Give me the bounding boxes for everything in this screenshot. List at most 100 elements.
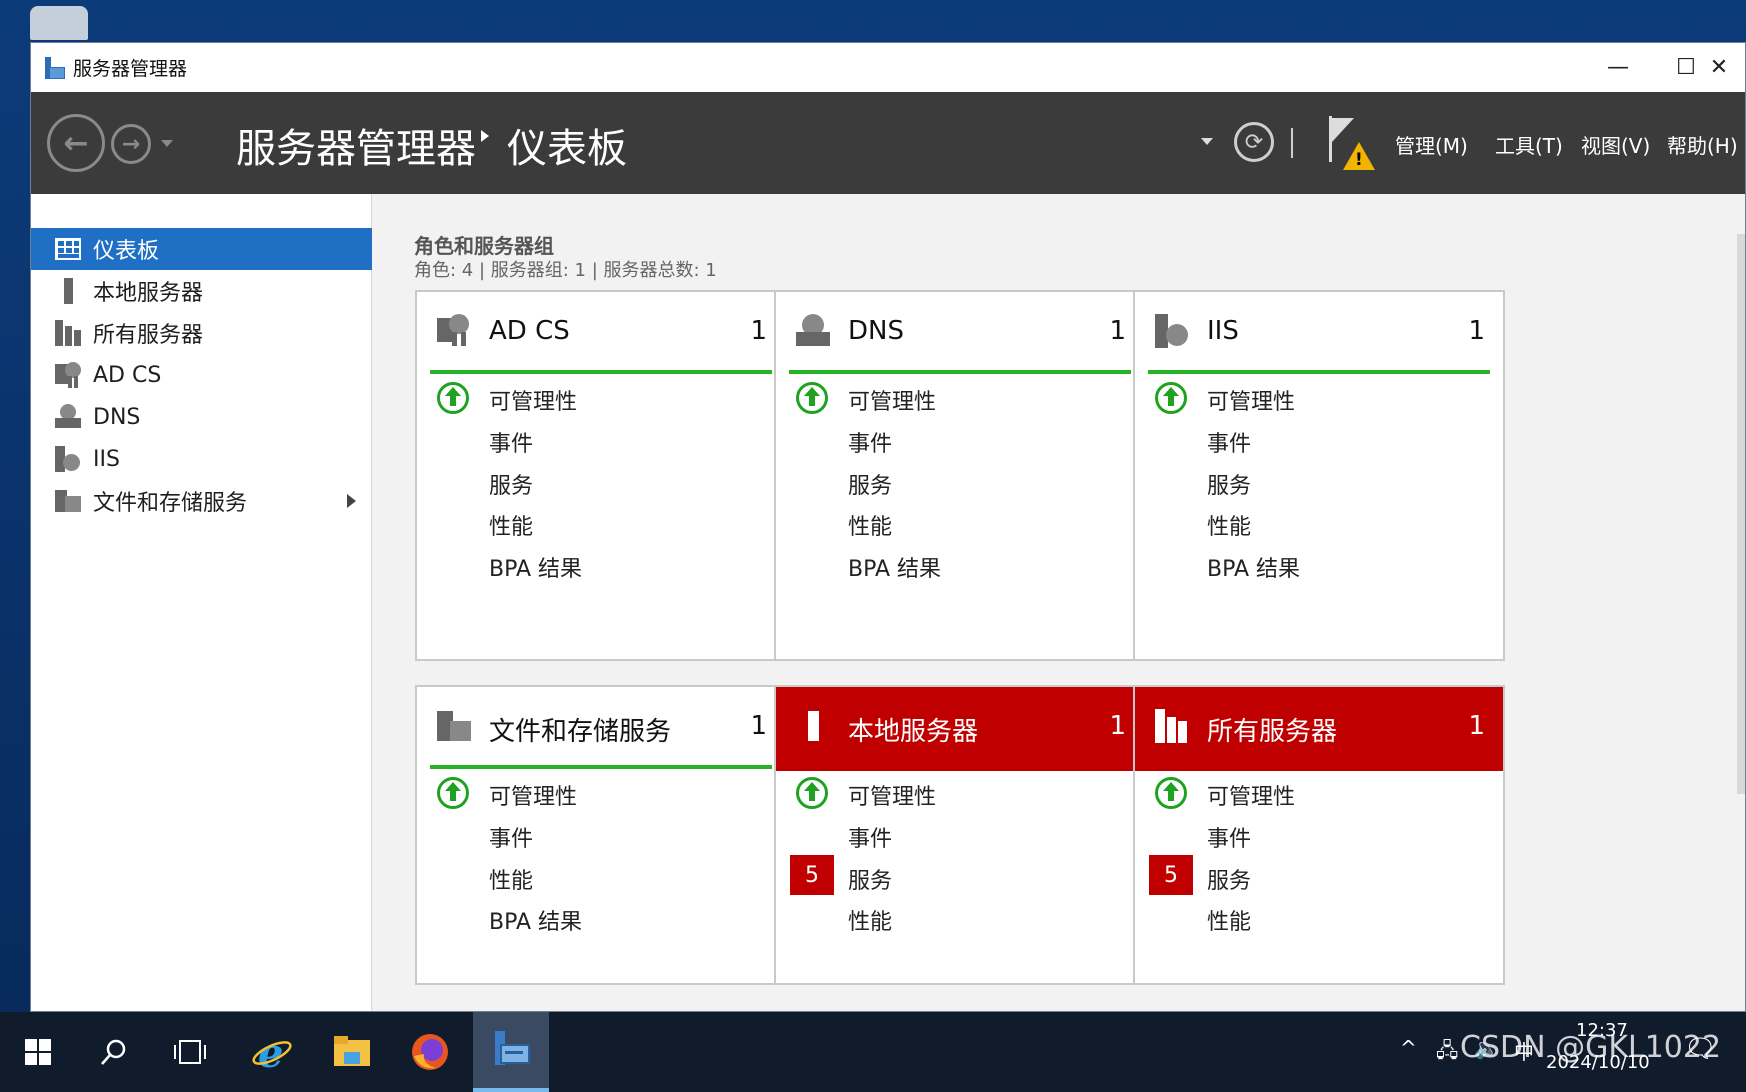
status-ok-icon <box>796 777 828 809</box>
tile-header[interactable]: AD CS 1 <box>417 292 785 372</box>
role-tile-iis[interactable]: IIS 1 可管理性 事件 服务 性能 BPA 结果 <box>1133 290 1505 661</box>
tile-row-manageability[interactable]: 可管理性 <box>1135 376 1503 420</box>
row-label: BPA 结果 <box>489 557 582 582</box>
history-dropdown-icon[interactable] <box>161 140 173 147</box>
dns-icon <box>55 404 81 430</box>
tile-row-bpa[interactable]: BPA 结果 <box>417 896 785 940</box>
windows-start-icon[interactable] <box>0 1012 76 1092</box>
close-icon: ✕ <box>1709 55 1729 80</box>
tile-row-events[interactable]: 事件 <box>776 418 1144 462</box>
sidebar-item-label: AD CS <box>93 362 162 388</box>
server-manager-icon[interactable] <box>473 1012 549 1092</box>
tile-count: 1 <box>1109 711 1126 741</box>
tile-row-services[interactable]: 5 服务 <box>776 855 1144 899</box>
breadcrumb-root[interactable]: 服务器管理器 <box>236 116 476 174</box>
role-tile-file-storage[interactable]: 文件和存储服务 1 可管理性 事件 性能 BPA 结果 <box>415 685 787 985</box>
row-label: 事件 <box>1207 432 1252 457</box>
tile-header[interactable]: IIS 1 <box>1135 292 1503 372</box>
internet-explorer-icon[interactable]: e <box>234 1012 310 1092</box>
tile-row-events[interactable]: 事件 <box>417 418 785 462</box>
network-icon[interactable]: 🖧 <box>1436 1036 1458 1070</box>
role-tile-adcs[interactable]: AD CS 1 可管理性 事件 服务 性能 BPA 结果 <box>415 290 787 661</box>
tile-header[interactable]: DNS 1 <box>776 292 1144 372</box>
forward-button[interactable]: → <box>111 124 151 164</box>
tile-title: DNS <box>848 316 904 346</box>
tile-row-manageability[interactable]: 可管理性 <box>776 376 1144 420</box>
tile-row-manageability[interactable]: 可管理性 <box>776 771 1144 815</box>
arrow-right-icon: → <box>121 131 141 157</box>
tile-header[interactable]: 本地服务器 1 <box>776 687 1144 771</box>
sidebar-item-adcs[interactable]: AD CS <box>31 354 372 396</box>
tile-row-services[interactable]: 5 服务 <box>1135 855 1503 899</box>
tile-row-performance[interactable]: 性能 <box>417 501 785 545</box>
tile-row-bpa[interactable]: BPA 结果 <box>776 543 1144 587</box>
tile-row-manageability[interactable]: 可管理性 <box>1135 771 1503 815</box>
all-servers-icon <box>55 320 81 346</box>
role-tile-local-server[interactable]: 本地服务器 1 可管理性 事件 5 服务 性能 <box>774 685 1146 985</box>
sidebar-item-dashboard[interactable]: 仪表板 <box>31 228 372 270</box>
tile-row-bpa[interactable]: BPA 结果 <box>417 543 785 587</box>
row-label: 事件 <box>848 827 893 852</box>
tile-header[interactable]: 文件和存储服务 1 <box>417 687 785 767</box>
tile-row-events[interactable]: 事件 <box>1135 813 1503 857</box>
sidebar-item-dns[interactable]: DNS <box>31 396 372 438</box>
tile-row-events[interactable]: 事件 <box>417 813 785 857</box>
sidebar-item-file-storage[interactable]: 文件和存储服务 <box>31 480 372 522</box>
tile-row-events[interactable]: 事件 <box>1135 418 1503 462</box>
firefox-icon[interactable] <box>392 1012 468 1092</box>
sidebar-item-label: 仪表板 <box>93 239 160 264</box>
server-manager-window: 服务器管理器 — ☐ ✕ ← → 服务器管理器 仪表板 ⟳ ! 管理(M) 工具… <box>30 42 1746 1012</box>
tile-row-performance[interactable]: 性能 <box>776 501 1144 545</box>
search-icon[interactable] <box>76 1012 152 1092</box>
refresh-button[interactable]: ⟳ <box>1234 122 1274 162</box>
menu-view[interactable]: 视图(V) <box>1581 130 1650 159</box>
tile-row-services[interactable]: 服务 <box>1135 460 1503 504</box>
header-bar: ← → 服务器管理器 仪表板 ⟳ ! 管理(M) 工具(T) 视图(V) 帮助(… <box>31 92 1745 194</box>
vertical-scrollbar[interactable] <box>1737 234 1745 794</box>
expand-arrow-icon[interactable] <box>347 494 356 508</box>
close-button[interactable]: ✕ <box>1691 43 1746 92</box>
notifications-flag-button[interactable]: ! <box>1329 116 1377 172</box>
tile-row-bpa[interactable]: BPA 结果 <box>1135 543 1503 587</box>
sidebar-item-all-servers[interactable]: 所有服务器 <box>31 312 372 354</box>
sidebar-item-label: 文件和存储服务 <box>93 491 248 516</box>
sidebar-item-local-server[interactable]: 本地服务器 <box>31 270 372 312</box>
menu-tools[interactable]: 工具(T) <box>1495 130 1563 159</box>
iis-icon <box>55 446 81 472</box>
back-button[interactable]: ← <box>47 114 105 172</box>
tile-count: 1 <box>1468 316 1485 346</box>
tile-row-performance[interactable]: 性能 <box>776 896 1144 940</box>
tile-row-events[interactable]: 事件 <box>776 813 1144 857</box>
status-ok-icon <box>796 382 828 414</box>
tile-row-services[interactable]: 服务 <box>776 460 1144 504</box>
tile-title: 本地服务器 <box>848 717 979 747</box>
iis-icon <box>1155 314 1189 348</box>
desktop-recycle-bin-icon[interactable] <box>30 6 88 40</box>
row-label: 性能 <box>1207 515 1252 540</box>
tile-title: 所有服务器 <box>1207 717 1338 747</box>
task-view-icon[interactable] <box>152 1012 228 1092</box>
role-tile-all-servers[interactable]: 所有服务器 1 可管理性 事件 5 服务 性能 <box>1133 685 1505 985</box>
breadcrumb-dropdown-icon[interactable] <box>1201 138 1213 145</box>
menu-manage[interactable]: 管理(M) <box>1395 130 1468 159</box>
menu-help[interactable]: 帮助(H) <box>1667 130 1738 159</box>
tile-row-performance[interactable]: 性能 <box>1135 896 1503 940</box>
tile-row-manageability[interactable]: 可管理性 <box>417 376 785 420</box>
tile-title: AD CS <box>489 316 570 346</box>
tile-row-services[interactable]: 服务 <box>417 460 785 504</box>
watermark-text: CSDN @GKL1022 <box>1460 1030 1722 1065</box>
sidebar-item-iis[interactable]: IIS <box>31 438 372 480</box>
role-tile-dns[interactable]: DNS 1 可管理性 事件 服务 性能 BPA 结果 <box>774 290 1146 661</box>
tile-row-performance[interactable]: 性能 <box>1135 501 1503 545</box>
row-label: 性能 <box>489 515 534 540</box>
file-explorer-icon[interactable] <box>314 1012 390 1092</box>
error-count-badge: 5 <box>1149 855 1193 895</box>
tray-chevron-up-icon[interactable]: ^ <box>1400 1036 1417 1060</box>
tile-header[interactable]: 所有服务器 1 <box>1135 687 1503 771</box>
tile-row-manageability[interactable]: 可管理性 <box>417 771 785 815</box>
status-bar-ok <box>430 765 772 769</box>
minimize-button[interactable]: — <box>1583 43 1653 92</box>
breadcrumb-separator-icon <box>481 130 489 142</box>
sidebar-item-label: 所有服务器 <box>93 323 204 348</box>
tile-row-performance[interactable]: 性能 <box>417 855 785 899</box>
